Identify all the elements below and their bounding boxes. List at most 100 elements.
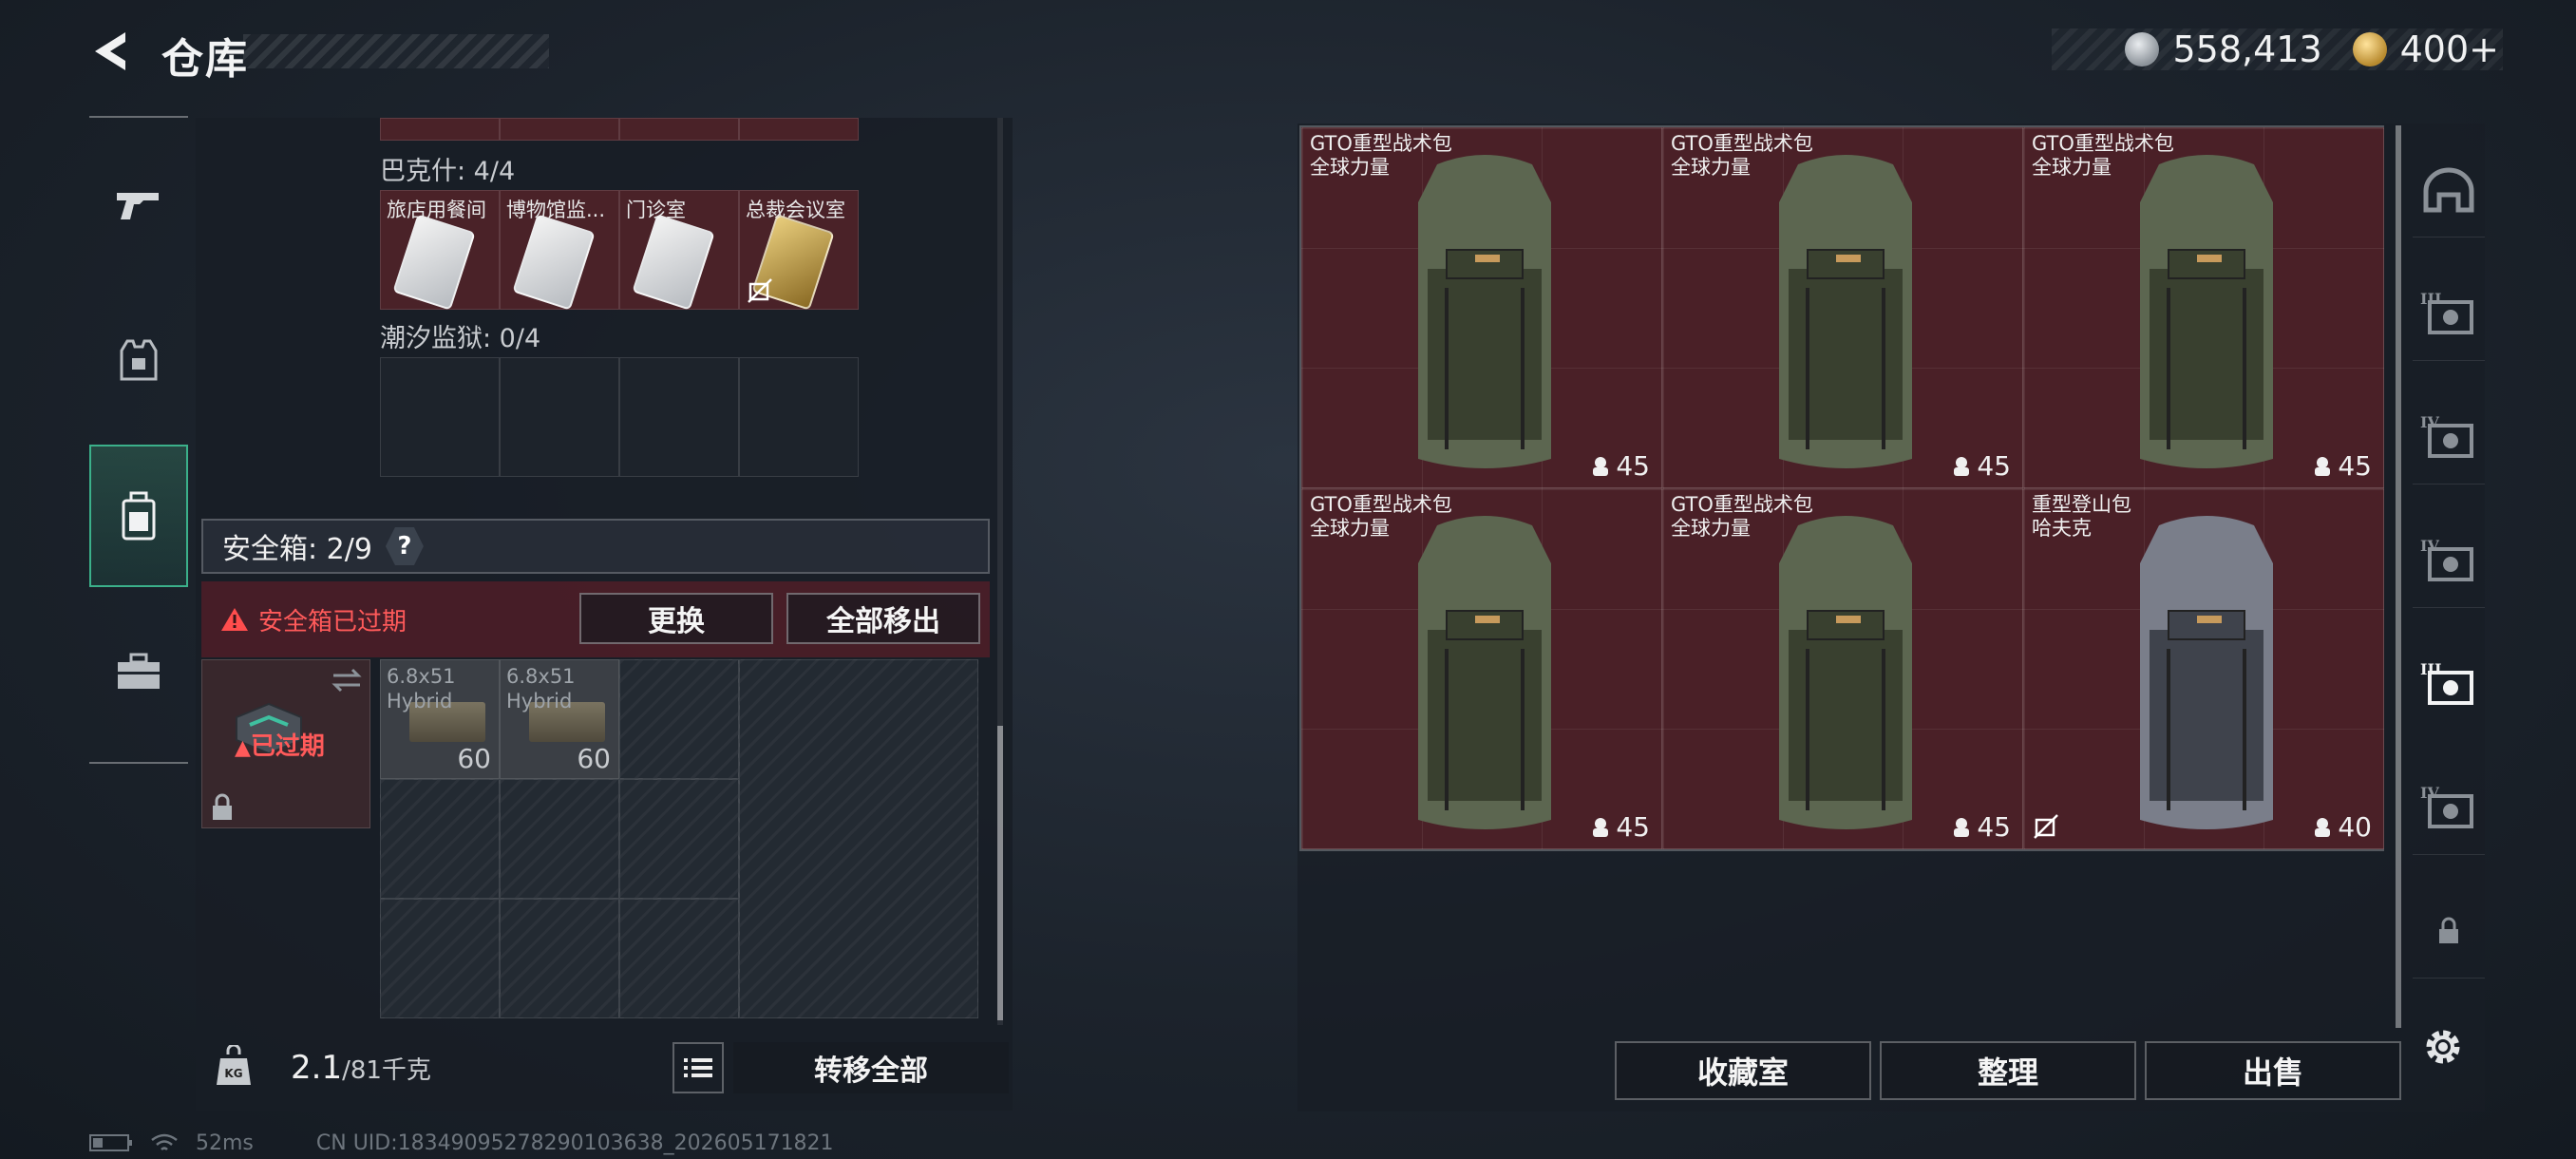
capacity-label: 40 <box>2313 811 2372 843</box>
safebox-expired-label: ▲已过期 <box>235 732 325 761</box>
key-slot[interactable] <box>500 118 619 141</box>
ammo-item[interactable]: 6.8x51 Hybrid 60 <box>380 659 500 779</box>
gold-coin-value[interactable]: 400+ <box>2400 28 2499 70</box>
empty-key-slot[interactable] <box>500 357 619 477</box>
safebox-item-tile[interactable]: ▲已过期 <box>201 659 370 828</box>
capacity-icon <box>1593 456 1609 476</box>
nav-armor[interactable] <box>89 289 188 431</box>
back-arrow-icon <box>95 32 125 70</box>
warning-icon: ▲ <box>235 736 251 760</box>
capacity-icon <box>1954 456 1970 476</box>
storage-item[interactable]: GTO重型战术包 全球力量 45 <box>1301 127 1662 488</box>
key-slot[interactable]: 博物馆监... <box>500 190 619 311</box>
nav-weapons[interactable] <box>89 133 188 276</box>
remove-all-button[interactable]: 全部移出 <box>786 593 980 644</box>
nav-backpacks[interactable] <box>89 445 188 587</box>
empty-key-slot[interactable] <box>739 357 859 477</box>
ping-value: 52ms <box>196 1130 254 1155</box>
help-button[interactable]: ? <box>385 527 424 565</box>
replace-button[interactable]: 更换 <box>579 593 773 644</box>
helmet-icon <box>2423 167 2474 212</box>
key-slot[interactable]: 旅店用餐间 <box>380 190 500 311</box>
settings-button[interactable] <box>2418 1022 2468 1072</box>
left-scrollbar[interactable] <box>997 118 1003 1025</box>
collection-room-button[interactable]: 收藏室 <box>1615 1041 1871 1100</box>
backpack-image <box>1418 516 1551 829</box>
storage-item[interactable]: GTO重型战术包 全球力量 45 <box>2023 127 2384 488</box>
storage-tab-6[interactable]: IV <box>2413 760 2485 855</box>
key-slot[interactable]: 门诊室 <box>619 190 739 311</box>
storage-item[interactable]: GTO重型战术包 全球力量 45 <box>1662 127 2023 488</box>
capacity-label: 45 <box>1952 811 2011 843</box>
empty-slot[interactable] <box>500 899 619 1018</box>
gear-icon <box>2426 1030 2460 1064</box>
left-category-nav <box>89 116 188 764</box>
empty-slot[interactable] <box>619 899 739 1018</box>
storage-item-name: GTO重型战术包 全球力量 <box>1310 493 1452 540</box>
locked-area <box>739 659 978 1018</box>
key-slot[interactable] <box>739 118 859 141</box>
empty-slot[interactable] <box>619 659 739 779</box>
tier4-folder-icon: IV <box>2420 537 2473 581</box>
storage-tab-1[interactable] <box>2413 142 2485 238</box>
empty-key-slot[interactable] <box>619 357 739 477</box>
tier3-safebox-icon: III <box>2420 660 2473 705</box>
list-view-button[interactable] <box>672 1042 724 1093</box>
swap-icon[interactable] <box>330 668 364 693</box>
safebox-title: 安全箱: 2/9 <box>222 533 372 566</box>
storage-item[interactable]: GTO重型战术包 全球力量 45 <box>1662 488 2023 849</box>
storage-item[interactable]: GTO重型战术包 全球力量 45 <box>1301 488 1662 849</box>
no-trade-icon <box>748 278 772 303</box>
empty-slot[interactable] <box>380 899 500 1018</box>
empty-slot[interactable] <box>619 779 739 899</box>
gun-icon <box>117 193 159 219</box>
weight-bar: KG 2.1/81千克 转移全部 <box>201 1034 1009 1102</box>
tier4-storage-icon: IV <box>2420 413 2473 458</box>
key-slot[interactable] <box>380 118 500 141</box>
key-section-label: 潮汐监狱: 0/4 <box>380 324 541 353</box>
backpack-image <box>1779 516 1912 829</box>
storage-tab-2[interactable]: III <box>2413 266 2485 361</box>
page-title: 仓库 <box>161 35 249 84</box>
storage-scrollbar[interactable] <box>2396 125 2401 1028</box>
briefcase-icon <box>118 653 160 689</box>
capacity-label: 45 <box>1591 811 1650 843</box>
storage-tab-4[interactable]: IV <box>2413 513 2485 608</box>
key-slot[interactable] <box>619 118 739 141</box>
left-scroll-thumb[interactable] <box>997 726 1003 1020</box>
empty-slot[interactable] <box>380 779 500 899</box>
armor-vest-icon <box>120 339 158 381</box>
tier3-storage-icon: III <box>2420 290 2473 334</box>
storage-item-name: GTO重型战术包 全球力量 <box>1671 132 1813 179</box>
key-name: 博物馆监... <box>506 199 606 221</box>
warning-icon <box>221 608 248 631</box>
ammo-name: 6.8x51 Hybrid <box>387 665 456 712</box>
battery-icon <box>89 1134 132 1151</box>
storage-item[interactable]: 重型登山包 哈夫克 40 <box>2023 488 2384 849</box>
storage-tab-3[interactable]: IV <box>2413 390 2485 484</box>
key-slot[interactable]: 总裁会议室 <box>739 190 859 311</box>
key-grid-tidal-prison <box>380 357 859 477</box>
safebox-grid: 6.8x51 Hybrid 60 6.8x51 Hybrid 60 <box>380 659 988 1022</box>
key-name: 旅店用餐间 <box>387 199 486 221</box>
backpack-image <box>2140 155 2273 468</box>
empty-key-slot[interactable] <box>380 357 500 477</box>
uid-text: CN UID:1834909527829010363​8_20260517182… <box>315 1130 834 1155</box>
sell-button[interactable]: 出售 <box>2145 1041 2401 1100</box>
key-grid-baksh: 旅店用餐间 博物馆监... 门诊室 总裁会议室 <box>380 190 859 311</box>
storage-tab-5[interactable]: III <box>2413 636 2485 732</box>
safebox-expired-banner: 安全箱已过期 更换 全部移出 <box>201 581 990 657</box>
capacity-label: 45 <box>2313 450 2372 482</box>
key-row-partial <box>380 118 859 141</box>
sort-button[interactable]: 整理 <box>1880 1041 2136 1100</box>
capacity-icon <box>1954 817 1970 837</box>
storage-grid: GTO重型战术包 全球力量 45 GTO重型战术包 全球力量 45 GTO重型战术包 全球力量… <box>1299 125 2384 851</box>
nav-cases[interactable] <box>89 600 188 743</box>
silver-coin-value: 558,413 <box>2172 28 2322 70</box>
storage-tab-7[interactable] <box>2413 884 2485 978</box>
ammo-item[interactable]: 6.8x51 Hybrid 60 <box>500 659 619 779</box>
empty-slot[interactable] <box>500 779 619 899</box>
ammo-name: 6.8x51 Hybrid <box>506 665 576 712</box>
back-button[interactable] <box>87 27 137 76</box>
transfer-all-button[interactable]: 转移全部 <box>733 1042 1009 1093</box>
